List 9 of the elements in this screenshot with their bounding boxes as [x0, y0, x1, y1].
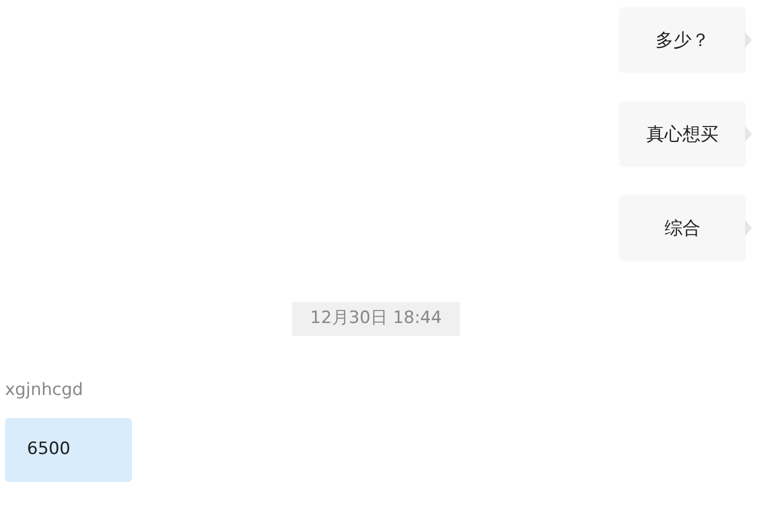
message-bubble: 多少？ — [620, 8, 745, 72]
sender-name: xgjnhcgd — [5, 379, 84, 402]
message-bubble: 6500 — [5, 418, 132, 482]
message-bubble: 综合 — [620, 196, 745, 260]
message-bubble: 真心想买 — [620, 102, 745, 166]
timestamp: 12月30日 18:44 — [292, 302, 460, 336]
bubble-tail-icon — [745, 220, 752, 236]
bubble-tail-icon — [745, 32, 752, 48]
bubble-tail-icon — [745, 126, 752, 142]
